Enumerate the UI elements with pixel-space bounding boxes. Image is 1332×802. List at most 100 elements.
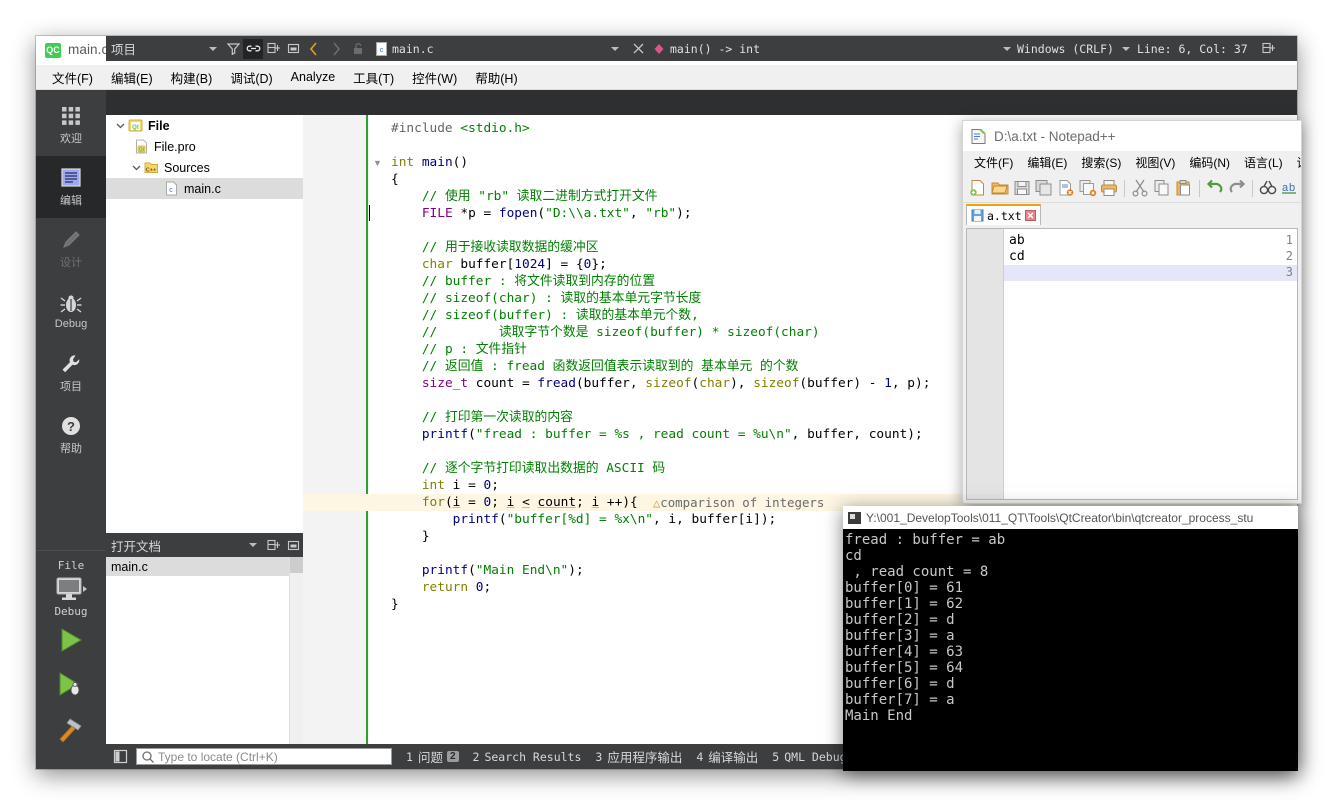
kit-project-name: File — [57, 559, 85, 572]
split-editor-icon[interactable] — [1258, 38, 1280, 60]
tree-item-label: Sources — [164, 160, 210, 175]
kit-target-selector[interactable] — [36, 575, 106, 603]
close-panel-icon[interactable] — [283, 535, 303, 555]
sidebar-toggle-icon[interactable] — [109, 746, 131, 768]
npp-menu-encoding[interactable]: 编码(N) — [1182, 152, 1237, 173]
menu-analyze[interactable]: Analyze — [282, 67, 344, 87]
project-view-dropdown[interactable] — [203, 39, 223, 59]
tree-item-file-project[interactable]: Qt File — [106, 115, 303, 136]
print-icon[interactable] — [1099, 177, 1121, 199]
find-icon[interactable] — [1257, 177, 1279, 199]
tree-item-main-c[interactable]: c main.c — [106, 178, 303, 199]
output-pane-compile-output[interactable]: 4 编译输出 — [696, 747, 758, 766]
question-circle-icon: ? — [62, 416, 80, 435]
split-panel-icon[interactable] — [263, 535, 283, 555]
save-icon[interactable] — [1011, 177, 1033, 199]
mode-welcome[interactable]: 欢迎 — [36, 94, 106, 156]
chevron-down-icon[interactable] — [112, 121, 128, 130]
npp-menu-settings[interactable]: 设 — [1290, 152, 1301, 173]
synchronize-selection-icon[interactable] — [243, 38, 263, 59]
new-file-icon[interactable] — [967, 177, 989, 199]
forward-chevron-icon[interactable] — [325, 38, 347, 60]
code-line: #include <stdio.h> — [391, 121, 530, 136]
menu-file[interactable]: 文件(F) — [43, 65, 102, 90]
redo-icon[interactable] — [1226, 177, 1248, 199]
save-all-icon[interactable] — [1033, 177, 1055, 199]
debug-button[interactable] — [36, 662, 106, 706]
tree-item-file-pro[interactable]: Qt File.pro — [106, 136, 303, 157]
menu-help[interactable]: 帮助(H) — [466, 65, 526, 90]
mode-projects[interactable]: 项目 — [36, 342, 106, 404]
npp-menu-view[interactable]: 视图(V) — [1128, 152, 1182, 173]
c-file-icon: c — [164, 181, 179, 196]
code-line: // 用于接收读取数据的缓冲区 — [421, 240, 599, 255]
npp-menu-language[interactable]: 语言(L) — [1237, 152, 1290, 173]
close-panel-icon[interactable] — [283, 39, 303, 59]
menu-tools[interactable]: 工具(T) — [344, 65, 403, 90]
code-line: FILE *p = fopen("D:\\a.txt", "rb"); — [421, 206, 692, 221]
npp-tab-a-txt[interactable]: a.txt — [966, 204, 1041, 225]
npp-menu-edit[interactable]: 编辑(E) — [1020, 152, 1074, 173]
npp-tab-label: a.txt — [987, 208, 1022, 223]
split-panel-icon[interactable] — [263, 39, 283, 59]
open-file-icon[interactable] — [989, 177, 1011, 199]
unlocked-icon[interactable] — [347, 38, 369, 60]
build-button[interactable] — [36, 706, 106, 750]
menu-debug[interactable]: 调试(D) — [221, 65, 281, 90]
menu-edit[interactable]: 编辑(E) — [102, 65, 162, 90]
mode-design[interactable]: 设计 — [36, 218, 106, 280]
code-line: // 逐个字节打印读取出数据的 ASCII 码 — [421, 461, 666, 476]
copy-icon[interactable] — [1151, 177, 1173, 199]
npp-current-line-highlight — [1004, 265, 1297, 281]
close-file-icon[interactable] — [1055, 177, 1077, 199]
output-pane-problems[interactable]: 1 问题 2 — [406, 747, 459, 766]
open-documents-scrollbar[interactable] — [289, 557, 303, 744]
svg-text:c: c — [380, 47, 384, 54]
open-file-selector[interactable]: c main.c — [373, 39, 625, 58]
code-line: size_t count = fread(buffer, sizeof(char… — [421, 376, 931, 391]
tab-save-icon — [971, 209, 984, 222]
menu-build[interactable]: 构建(B) — [162, 65, 222, 90]
tab-close-icon — [1024, 210, 1036, 221]
replace-icon[interactable]: ab — [1279, 177, 1301, 199]
tree-item-sources[interactable]: C++ Sources — [106, 157, 303, 178]
symbol-selector[interactable]: main() -> int — [649, 39, 1017, 58]
scrollbar-thumb[interactable] — [290, 557, 303, 573]
npp-editor[interactable]: 1 ab 2 cd 3 — [966, 228, 1298, 500]
back-chevron-icon[interactable] — [303, 38, 325, 60]
code-line: // 打印第一次读取的内容 — [421, 410, 573, 425]
mode-help-label: 帮助 — [60, 442, 82, 455]
open-documents-list: main.c — [106, 557, 303, 744]
npp-menu-search[interactable]: 搜索(S) — [1074, 152, 1128, 173]
code-line: int i = 0; — [421, 478, 499, 493]
paste-icon[interactable] — [1173, 177, 1195, 199]
line-ending-selector[interactable]: Windows (CRLF) — [1017, 42, 1114, 56]
console-line: Main End — [845, 708, 913, 724]
output-pane-application-output[interactable]: 3 应用程序输出 — [595, 747, 682, 766]
filter-icon[interactable] — [223, 39, 243, 59]
npp-menu-file[interactable]: 文件(F) — [967, 152, 1020, 173]
close-all-icon[interactable] — [1077, 177, 1099, 199]
mode-edit[interactable]: 编辑 — [36, 156, 106, 218]
close-document-icon[interactable] — [627, 38, 649, 60]
mode-help[interactable]: ? 帮助 — [36, 404, 106, 466]
qt-creator-logo-icon: QC — [45, 43, 61, 58]
npp-tabbar: a.txt — [963, 203, 1301, 225]
qt-pro-file-icon: Qt — [134, 139, 149, 154]
mode-selector-column: 欢迎 编辑 设计 Debug 项目 ? 帮助 File Debug — [36, 90, 106, 769]
output-pane-search-results[interactable]: 2 Search Results — [473, 750, 582, 764]
open-document-item[interactable]: main.c — [106, 557, 303, 576]
console-output[interactable]: fread : buffer = ab cd , read count = 8 bu… — [843, 529, 1298, 771]
fold-toggle-icon[interactable]: ▼ — [373, 158, 382, 168]
open-documents-dropdown[interactable] — [243, 535, 263, 555]
chevron-down-icon[interactable] — [128, 163, 144, 172]
cut-icon[interactable] — [1129, 177, 1151, 199]
line-column-indicator[interactable]: Line: 6, Col: 37 — [1137, 42, 1248, 56]
menu-window[interactable]: 控件(W) — [403, 65, 466, 90]
locate-input[interactable]: Type to locate (Ctrl+K) — [136, 748, 392, 765]
console-window-icon — [848, 511, 861, 524]
run-button[interactable] — [36, 618, 106, 662]
undo-icon[interactable] — [1204, 177, 1226, 199]
pane-number: 2 — [472, 749, 480, 764]
mode-debug[interactable]: Debug — [36, 280, 106, 342]
